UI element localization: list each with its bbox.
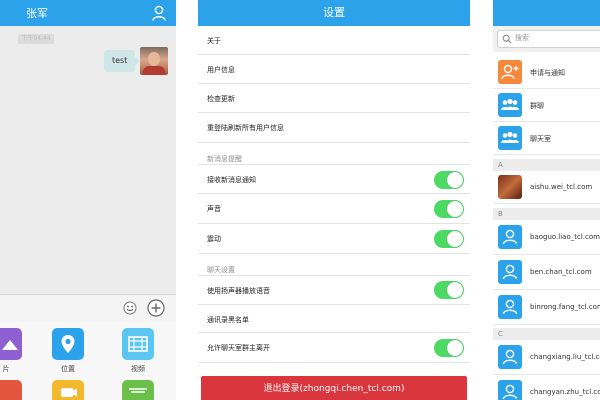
list-item-group-chat[interactable]: 群聊 [493,89,600,122]
search-bar: 搜索 [493,26,600,52]
stack-icon [129,388,147,393]
contact-name: changxiang.liu_tcl.com [530,353,600,361]
file-tile[interactable] [122,380,154,400]
tray-label-video: 视频 [131,365,145,373]
settings-item-refresh-users[interactable]: 重登陆刷新所有用户信息 [198,113,470,143]
settings-item-blacklist[interactable]: 通讯录黑名单 [198,305,470,333]
tray-label-picture: 片 [2,365,10,373]
settings-item-label: 接收新消息通知 [207,176,256,184]
list-item-contact[interactable]: ben.chan_tcl.com [493,255,600,290]
video-tile[interactable] [122,328,154,360]
contact-name: baoguo.liao_tcl.com [530,233,600,241]
settings-item-label: 关于 [207,37,221,45]
settings-item-sound[interactable]: 声音 [198,194,470,224]
person-icon [498,295,522,319]
allow-owner-leave-toggle[interactable] [434,339,464,357]
message-timestamp: 下午04:44 [18,34,54,44]
chat-title-bar: 张军 [0,0,176,26]
contact-name: 群聊 [530,102,544,110]
contact-name: 聊天室 [530,135,551,143]
section-letter: B [493,208,600,220]
group-icon [498,93,522,117]
section-letter: C [493,328,600,340]
emoji-icon[interactable] [123,301,137,315]
settings-item-about[interactable]: 关于 [198,26,470,55]
search-placeholder: 搜索 [515,34,529,42]
list-item-contact[interactable]: baoguo.liao_tcl.com [493,220,600,255]
contacts-title-bar [493,0,600,26]
tray-label-location: 位置 [61,365,75,373]
person-icon [498,260,522,284]
plus-icon[interactable] [147,299,165,317]
avatar [498,175,522,199]
person-icon [498,345,522,369]
contacts-panel: 搜索 申请与通知 群聊 聊天室 A aishu.wei_tcl.com B ba… [493,0,600,400]
settings-item-label: 重登陆刷新所有用户信息 [207,124,284,132]
list-item-contact[interactable]: changyan.zhu_tcl.com [493,375,600,400]
group-icon [498,126,522,150]
settings-item-label: 允许聊天室群主离开 [207,344,270,352]
settings-item-allow-owner-leave[interactable]: 允许聊天室群主离开 [198,333,470,363]
settings-panel: 设置 关于 用户信息 检查更新 重登陆刷新所有用户信息 新消息提醒 接收新消息通… [198,0,470,400]
chat-title: 张军 [26,7,48,20]
settings-item-label: 检查更新 [207,95,235,103]
list-item-contact[interactable]: binrong.fang_tcl.com [493,290,600,325]
chat-panel: 张军 下午04:44 test 片 位置 视频 [0,0,176,400]
person-icon [498,380,522,400]
message-bubble[interactable]: test [104,50,141,72]
receive-notify-toggle[interactable] [434,171,464,189]
contact-name: ben.chan_tcl.com [530,268,592,276]
settings-item-label: 震动 [207,235,221,243]
settings-item-receive-notify[interactable]: 接收新消息通知 [198,164,470,194]
settings-title: 设置 [198,0,470,26]
contact-name: 申请与通知 [530,69,565,77]
settings-item-label: 通讯录黑名单 [207,316,249,324]
list-item-requests[interactable]: 申请与通知 [493,56,600,89]
search-icon [502,34,512,44]
section-header-notify: 新消息提醒 [207,155,242,163]
settings-item-check-update[interactable]: 检查更新 [198,84,470,113]
tray-tile-4[interactable] [0,380,22,400]
picture-tile[interactable] [0,328,22,360]
contact-name: aishu.wei_tcl.com [530,183,593,191]
location-pin-icon [61,335,75,353]
location-tile[interactable] [52,328,84,360]
video-call-tile[interactable] [52,380,84,400]
settings-item-user-info[interactable]: 用户信息 [198,55,470,84]
settings-item-label: 声音 [207,205,221,213]
add-contact-icon [498,60,522,84]
list-item-contact[interactable]: changxiang.liu_tcl.com [493,340,600,375]
person-icon [498,225,522,249]
contact-name: changyan.zhu_tcl.com [530,388,600,396]
camera-icon [61,388,77,397]
avatar[interactable] [140,47,168,75]
search-input[interactable]: 搜索 [497,30,600,48]
section-header-chat: 聊天设置 [207,266,235,274]
list-item-contact[interactable]: aishu.wei_tcl.com [493,171,600,204]
vibrate-toggle[interactable] [434,230,464,248]
attachment-tray: 片 位置 视频 [0,322,176,400]
person-icon[interactable] [152,5,166,21]
sound-toggle[interactable] [434,200,464,218]
section-letter: A [493,159,600,171]
speaker-toggle[interactable] [434,281,464,299]
contact-name: binrong.fang_tcl.com [530,303,600,311]
settings-item-vibrate[interactable]: 震动 [198,224,470,254]
mountain-icon [2,340,18,350]
settings-item-label: 使用扬声器播放语音 [207,287,270,295]
settings-item-speaker[interactable]: 使用扬声器播放语音 [198,275,470,305]
film-icon [128,336,148,352]
settings-item-label: 用户信息 [207,66,235,74]
list-item-chat-room[interactable]: 聊天室 [493,122,600,155]
logout-button[interactable]: 退出登录(zhongqi.chen_tcl.com) [201,376,467,400]
chat-input-bar [0,294,176,335]
